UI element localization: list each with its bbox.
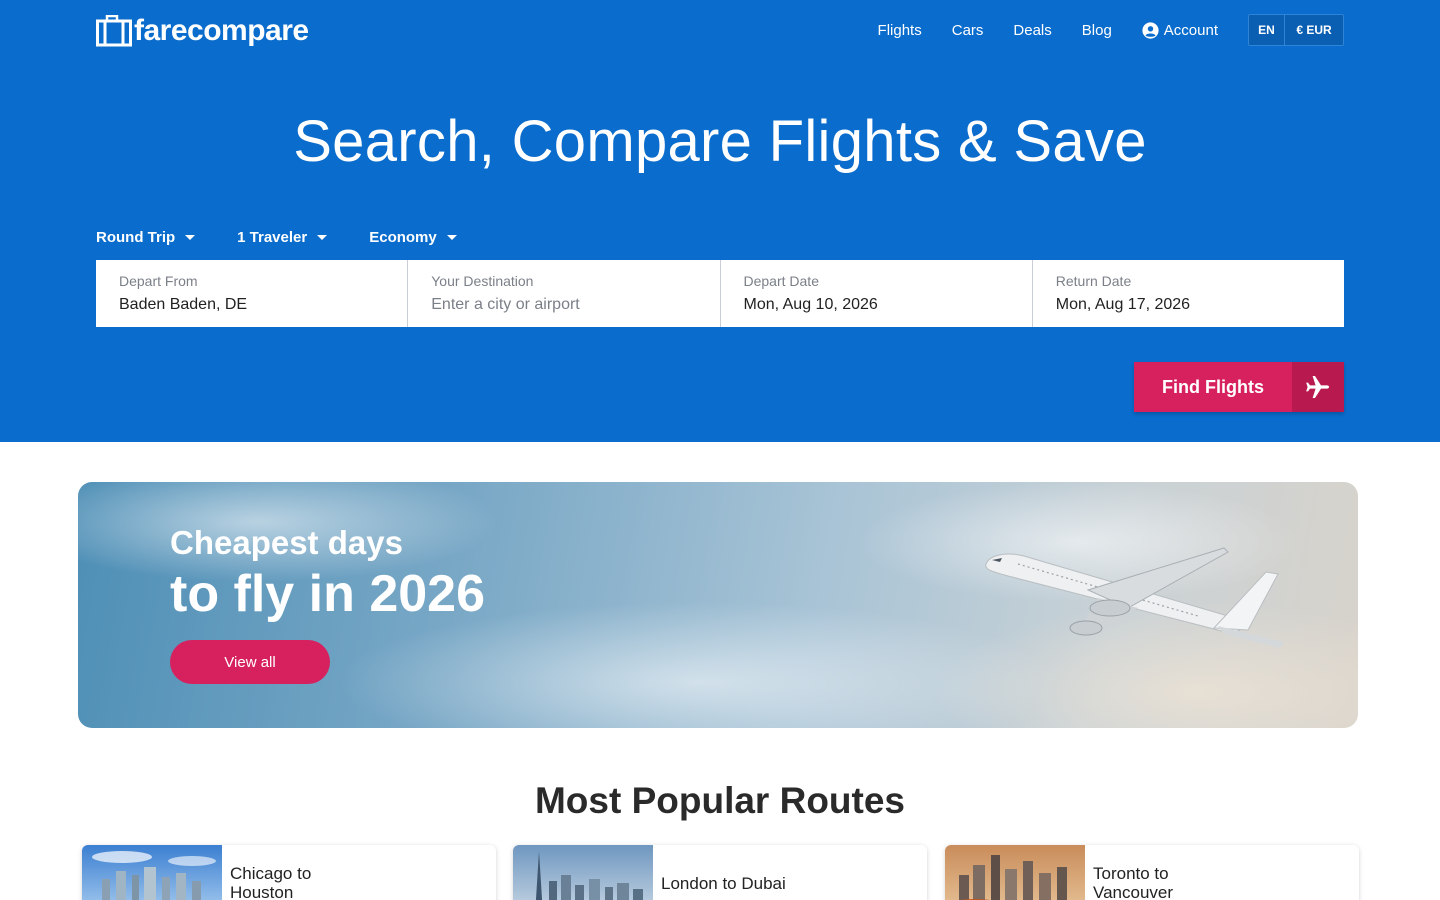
nav-deals[interactable]: Deals — [1013, 22, 1051, 39]
route-label: Chicago to Houston — [222, 845, 311, 900]
nav-blog[interactable]: Blog — [1082, 22, 1112, 39]
find-flights-label: Find Flights — [1162, 376, 1264, 397]
route-label: Toronto to Vancouver — [1085, 845, 1173, 900]
banner-subtitle: Cheapest days — [170, 524, 403, 561]
route-card-toronto-vancouver[interactable]: Toronto to Vancouver — [945, 845, 1359, 900]
find-flights-button[interactable]: Find Flights — [1134, 362, 1344, 412]
destination-field[interactable]: Your Destination Enter a city or airport — [408, 260, 721, 327]
route-image-toronto — [945, 845, 1085, 900]
route-line-1: Chicago to — [230, 864, 312, 883]
search-options: Round Trip 1 Traveler Economy — [96, 229, 499, 246]
caret-down-icon — [446, 235, 457, 240]
airplane-icon — [1306, 376, 1329, 398]
route-card-chicago-houston[interactable]: Chicago to Houston — [82, 845, 496, 900]
hero-section: farecompare Flights Cars Deals Blog Acco… — [0, 0, 1440, 442]
route-line-1: Toronto to — [1093, 864, 1169, 883]
route-card-london-dubai[interactable]: London to Dubai — [513, 845, 927, 900]
nav-flights[interactable]: Flights — [878, 22, 922, 39]
trip-type-label: Round Trip — [96, 229, 176, 246]
depart-date-field[interactable]: Depart Date Mon, Aug 10, 2026 — [721, 260, 1033, 327]
hero-title: Search, Compare Flights & Save — [293, 109, 1147, 174]
cabin-class-dropdown[interactable]: Economy — [369, 229, 457, 246]
cheapest-days-banner: Cheapest days to fly in 2026 View all — [78, 482, 1358, 728]
locale-selector: EN € EUR — [1248, 14, 1344, 46]
return-date-field[interactable]: Return Date Mon, Aug 17, 2026 — [1033, 260, 1344, 327]
view-all-button[interactable]: View all — [170, 640, 330, 684]
top-nav: Flights Cars Deals Blog Account EN € EUR — [848, 14, 1344, 46]
depart-date-value: Mon, Aug 10, 2026 — [743, 296, 878, 313]
route-line-2: Vancouver — [1093, 883, 1174, 900]
depart-from-label: Depart From — [119, 273, 198, 289]
destination-label: Your Destination — [431, 273, 534, 289]
depart-date-label: Depart Date — [743, 273, 819, 289]
search-form: Depart From Baden Baden, DE Your Destina… — [96, 260, 1344, 327]
depart-from-value: Baden Baden, DE — [119, 296, 248, 313]
suitcase-logo-icon — [96, 15, 132, 47]
currency-button[interactable]: € EUR — [1285, 15, 1343, 45]
logo[interactable]: farecompare — [96, 12, 309, 50]
account-label: Account — [1163, 21, 1218, 39]
route-line-1: London to Dubai — [661, 873, 786, 893]
language-button[interactable]: EN — [1249, 15, 1285, 45]
route-image-dubai — [513, 845, 653, 900]
airplane-photo — [985, 547, 1284, 648]
caret-down-icon — [185, 235, 196, 240]
logo-text: farecompare — [134, 14, 309, 47]
cabin-class-label: Economy — [369, 229, 437, 246]
route-label: London to Dubai — [653, 845, 786, 900]
account-icon — [1142, 21, 1159, 39]
banner-title: to fly in 2026 — [170, 565, 485, 623]
nav-cars[interactable]: Cars — [952, 22, 984, 39]
return-date-label: Return Date — [1055, 273, 1132, 289]
trip-type-dropdown[interactable]: Round Trip — [96, 229, 196, 246]
travelers-label: 1 Traveler — [237, 229, 308, 246]
route-image-houston — [82, 845, 222, 900]
depart-from-field[interactable]: Depart From Baden Baden, DE — [96, 260, 409, 327]
caret-down-icon — [317, 235, 328, 240]
route-line-2: Houston — [230, 883, 294, 900]
find-flights-icon-box — [1292, 362, 1344, 412]
travelers-dropdown[interactable]: 1 Traveler — [237, 229, 328, 246]
return-date-value: Mon, Aug 17, 2026 — [1055, 296, 1191, 313]
destination-placeholder: Enter a city or airport — [431, 296, 580, 313]
routes-title: Most Popular Routes — [534, 780, 906, 821]
nav-account[interactable]: Account — [1142, 22, 1218, 39]
